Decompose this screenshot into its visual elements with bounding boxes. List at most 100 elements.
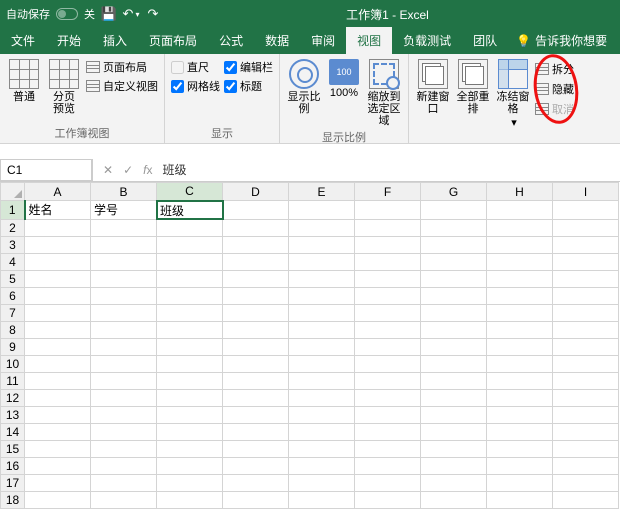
newwindow-button[interactable]: 新建窗口 [415, 57, 451, 141]
cell-A3[interactable] [25, 236, 91, 253]
row-header-2[interactable]: 2 [1, 219, 25, 236]
cell-D15[interactable] [223, 440, 289, 457]
col-header-I[interactable]: I [553, 183, 619, 201]
cell-G12[interactable] [421, 389, 487, 406]
cell-E7[interactable] [289, 304, 355, 321]
redo-icon[interactable]: ↷ [145, 6, 161, 22]
cell-G15[interactable] [421, 440, 487, 457]
tab-team[interactable]: 团队 [462, 27, 508, 54]
cell-I3[interactable] [553, 236, 619, 253]
cell-H11[interactable] [487, 372, 553, 389]
cell-G17[interactable] [421, 474, 487, 491]
cell-F3[interactable] [355, 236, 421, 253]
formulabar-checkbox[interactable]: 编辑栏 [224, 59, 273, 75]
row-header-15[interactable]: 15 [1, 440, 25, 457]
pagebreak-button[interactable]: 分页 预览 [46, 57, 82, 123]
cell-F4[interactable] [355, 253, 421, 270]
cell-D18[interactable] [223, 491, 289, 508]
cell-B16[interactable] [91, 457, 157, 474]
cell-B6[interactable] [91, 287, 157, 304]
cell-F1[interactable] [355, 201, 421, 220]
cell-A12[interactable] [25, 389, 91, 406]
cell-G16[interactable] [421, 457, 487, 474]
cell-G2[interactable] [421, 219, 487, 236]
cell-D13[interactable] [223, 406, 289, 423]
cell-A8[interactable] [25, 321, 91, 338]
row-header-4[interactable]: 4 [1, 253, 25, 270]
cell-H7[interactable] [487, 304, 553, 321]
cell-D1[interactable] [223, 201, 289, 220]
cell-F11[interactable] [355, 372, 421, 389]
row-header-18[interactable]: 18 [1, 491, 25, 508]
cell-G3[interactable] [421, 236, 487, 253]
cell-B10[interactable] [91, 355, 157, 372]
cell-A5[interactable] [25, 270, 91, 287]
fx-icon[interactable]: fx [143, 163, 152, 177]
cell-A13[interactable] [25, 406, 91, 423]
select-all-corner[interactable] [1, 183, 25, 201]
cell-B15[interactable] [91, 440, 157, 457]
cell-G11[interactable] [421, 372, 487, 389]
freeze-button[interactable]: 冻结窗格▾ [495, 57, 531, 141]
row-header-3[interactable]: 3 [1, 236, 25, 253]
cell-H15[interactable] [487, 440, 553, 457]
row-header-5[interactable]: 5 [1, 270, 25, 287]
cell-B11[interactable] [91, 372, 157, 389]
row-header-7[interactable]: 7 [1, 304, 25, 321]
cell-A2[interactable] [25, 219, 91, 236]
cell-E16[interactable] [289, 457, 355, 474]
cell-D17[interactable] [223, 474, 289, 491]
unhide-button[interactable]: 取消 [535, 101, 574, 117]
gridlines-checkbox[interactable]: 网格线 [171, 78, 220, 94]
cell-C12[interactable] [157, 389, 223, 406]
cell-D5[interactable] [223, 270, 289, 287]
row-header-17[interactable]: 17 [1, 474, 25, 491]
cell-F5[interactable] [355, 270, 421, 287]
cell-A4[interactable] [25, 253, 91, 270]
cell-B14[interactable] [91, 423, 157, 440]
cell-E9[interactable] [289, 338, 355, 355]
col-header-F[interactable]: F [355, 183, 421, 201]
cell-F16[interactable] [355, 457, 421, 474]
cell-E17[interactable] [289, 474, 355, 491]
cell-B13[interactable] [91, 406, 157, 423]
cell-C8[interactable] [157, 321, 223, 338]
cell-B9[interactable] [91, 338, 157, 355]
split-button[interactable]: 拆分 [535, 61, 574, 77]
cancel-icon[interactable]: ✕ [103, 163, 113, 177]
cell-F17[interactable] [355, 474, 421, 491]
cell-G6[interactable] [421, 287, 487, 304]
cell-E6[interactable] [289, 287, 355, 304]
col-header-A[interactable]: A [25, 183, 91, 201]
zoom-button[interactable]: 显示比例 [286, 57, 322, 127]
cell-B17[interactable] [91, 474, 157, 491]
cell-D4[interactable] [223, 253, 289, 270]
cell-E4[interactable] [289, 253, 355, 270]
cell-C7[interactable] [157, 304, 223, 321]
cell-G18[interactable] [421, 491, 487, 508]
cell-B1[interactable]: 学号 [91, 201, 157, 220]
tab-loadtest[interactable]: 负载测试 [392, 27, 462, 54]
spreadsheet-grid[interactable]: ABCDEFGHI 1姓名学号班级23456789101112131415161… [0, 182, 619, 509]
cell-C9[interactable] [157, 338, 223, 355]
cell-C1[interactable]: 班级 [157, 201, 223, 220]
cell-G13[interactable] [421, 406, 487, 423]
cell-E14[interactable] [289, 423, 355, 440]
col-header-D[interactable]: D [223, 183, 289, 201]
cell-F8[interactable] [355, 321, 421, 338]
name-box[interactable] [0, 159, 92, 181]
col-header-G[interactable]: G [421, 183, 487, 201]
cell-D14[interactable] [223, 423, 289, 440]
tab-data[interactable]: 数据 [254, 27, 300, 54]
cell-H12[interactable] [487, 389, 553, 406]
cell-G8[interactable] [421, 321, 487, 338]
cell-D10[interactable] [223, 355, 289, 372]
row-header-14[interactable]: 14 [1, 423, 25, 440]
tab-review[interactable]: 审阅 [300, 27, 346, 54]
cell-A14[interactable] [25, 423, 91, 440]
cell-F9[interactable] [355, 338, 421, 355]
cell-C11[interactable] [157, 372, 223, 389]
col-header-E[interactable]: E [289, 183, 355, 201]
cell-H3[interactable] [487, 236, 553, 253]
hide-button[interactable]: 隐藏 [535, 81, 574, 97]
